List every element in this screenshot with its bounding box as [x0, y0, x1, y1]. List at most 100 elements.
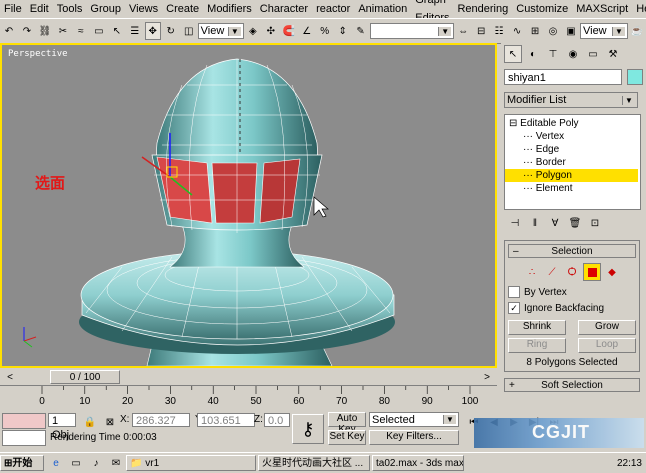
- stack-subobject-element[interactable]: ··· Element: [505, 182, 640, 195]
- schematic-icon[interactable]: ⊞: [527, 22, 543, 40]
- menu-item-maxscript[interactable]: MAXScript: [572, 0, 632, 18]
- next-frame-icon[interactable]: >: [478, 368, 496, 386]
- show-end-result-icon[interactable]: ‖: [526, 214, 544, 232]
- select-scale-icon[interactable]: ◫: [181, 22, 197, 40]
- reference-coordinate-dropdown[interactable]: View ▼: [197, 23, 244, 39]
- menu-item-tools[interactable]: Tools: [53, 0, 87, 18]
- pivot-center-icon[interactable]: ◈: [245, 22, 261, 40]
- task-item[interactable]: 📁 vr1: [126, 455, 256, 471]
- percent-snap-icon[interactable]: %: [317, 22, 333, 40]
- motion-tab-icon[interactable]: ◉: [564, 45, 582, 63]
- set-key-icon[interactable]: ⚷: [292, 414, 324, 444]
- border-level-icon[interactable]: Ѻ: [563, 263, 581, 281]
- undo-icon[interactable]: ↶: [1, 22, 17, 40]
- named-selection-dropdown[interactable]: ▼: [369, 23, 455, 39]
- vertex-level-icon[interactable]: ∴: [523, 263, 541, 281]
- task-item[interactable]: 火星时代动画大社区 ...: [258, 455, 370, 471]
- menu-item-file[interactable]: File: [0, 0, 26, 18]
- angle-snap-icon[interactable]: ∠: [299, 22, 315, 40]
- stack-subobject-edge[interactable]: ··· Edge: [505, 143, 640, 156]
- unlink-icon[interactable]: ✂: [55, 22, 71, 40]
- select-move-icon[interactable]: ✥: [144, 22, 161, 40]
- menu-item-help[interactable]: Help: [632, 0, 646, 18]
- maxscript-listener[interactable]: [2, 413, 46, 429]
- hierarchy-tab-icon[interactable]: ⊤: [544, 45, 562, 63]
- maxscript-mini[interactable]: [2, 430, 46, 446]
- spinner-snap-icon[interactable]: ⇕: [335, 22, 351, 40]
- start-button[interactable]: ⊞开始: [0, 455, 44, 471]
- grow-button[interactable]: Grow: [578, 320, 636, 335]
- material-editor-icon[interactable]: ◎: [545, 22, 561, 40]
- stack-subobject-border[interactable]: ··· Border: [505, 156, 640, 169]
- align-icon[interactable]: ⊟: [473, 22, 489, 40]
- modify-tab-icon[interactable]: ◐: [524, 45, 542, 63]
- loop-button[interactable]: Loop: [578, 338, 636, 353]
- display-tab-icon[interactable]: ▭: [584, 45, 602, 63]
- prev-frame-icon[interactable]: <: [1, 368, 19, 386]
- ie-icon[interactable]: e: [47, 454, 65, 472]
- media-icon[interactable]: ♪: [87, 454, 105, 472]
- menu-item-views[interactable]: Views: [125, 0, 162, 18]
- y-coordinate-field[interactable]: 103.651: [197, 413, 255, 427]
- z-coordinate-field[interactable]: 0.0: [264, 413, 290, 427]
- auto-key-button[interactable]: Auto Key: [328, 412, 366, 435]
- create-tab-icon[interactable]: ↖: [504, 45, 522, 63]
- menu-item-rendering[interactable]: Rendering: [453, 0, 512, 18]
- stack-subobject-vertex[interactable]: ··· Vertex: [505, 130, 640, 143]
- select-object-icon[interactable]: ↖: [109, 22, 125, 40]
- menu-item-create[interactable]: Create: [162, 0, 203, 18]
- soft-selection-rollout-header[interactable]: + Soft Selection: [504, 378, 640, 392]
- stack-subobject-polygon[interactable]: ··· Polygon: [505, 169, 638, 182]
- time-slider-track[interactable]: < 0 / 100 >: [0, 370, 497, 384]
- selection-rollout-header[interactable]: – Selection: [508, 244, 636, 258]
- x-coordinate-field[interactable]: 286.327: [132, 413, 190, 427]
- select-by-name-icon[interactable]: ☰: [127, 22, 143, 40]
- layer-icon[interactable]: ☷: [491, 22, 507, 40]
- modifier-list-dropdown[interactable]: Modifier List ▼: [504, 92, 638, 108]
- make-unique-icon[interactable]: ∀: [546, 214, 564, 232]
- menu-item-reactor[interactable]: reactor: [312, 0, 354, 18]
- select-manipulate-icon[interactable]: ✣: [263, 22, 279, 40]
- lock-selection-icon[interactable]: 🔒: [81, 413, 99, 431]
- by-vertex-checkbox[interactable]: [508, 286, 520, 298]
- link-icon[interactable]: ⛓: [37, 22, 53, 40]
- ring-button[interactable]: Ring: [508, 338, 566, 353]
- configure-sets-icon[interactable]: ⊡: [586, 214, 604, 232]
- snap-icon[interactable]: 🧲: [281, 22, 297, 40]
- perspective-viewport[interactable]: Perspective 选面: [0, 43, 497, 368]
- menu-item-customize[interactable]: Customize: [512, 0, 572, 18]
- edit-named-sel-icon[interactable]: ✎: [353, 22, 369, 40]
- menu-item-edit[interactable]: Edit: [26, 0, 53, 18]
- outlook-icon[interactable]: ✉: [107, 454, 125, 472]
- shrink-button[interactable]: Shrink: [508, 320, 566, 335]
- time-slider[interactable]: 0 / 100: [50, 370, 120, 384]
- curve-editor-icon[interactable]: ∿: [509, 22, 525, 40]
- bind-spacewarp-icon[interactable]: ≈: [73, 22, 89, 40]
- set-key-button[interactable]: Set Key: [328, 430, 366, 445]
- render-type-dropdown[interactable]: View ▼: [579, 23, 628, 39]
- menu-item-modifiers[interactable]: Modifiers: [203, 0, 256, 18]
- stack-item-editable-poly[interactable]: ⊟ Editable Poly: [505, 117, 640, 130]
- edge-level-icon[interactable]: ⟋: [543, 263, 561, 281]
- pin-stack-icon[interactable]: ⊣: [506, 214, 524, 232]
- absolute-mode-icon[interactable]: ⊠: [101, 413, 119, 431]
- ignore-backfacing-checkbox[interactable]: ✓: [508, 302, 520, 314]
- render-scene-icon[interactable]: ▣: [563, 22, 579, 40]
- menu-item-character[interactable]: Character: [256, 0, 312, 18]
- select-filter-icon[interactable]: ▭: [91, 22, 107, 40]
- task-item[interactable]: ta02.max - 3ds max 6 -: [372, 455, 464, 471]
- redo-icon[interactable]: ↷: [19, 22, 35, 40]
- element-level-icon[interactable]: ◆: [603, 263, 621, 281]
- menu-item-group[interactable]: Group: [86, 0, 125, 18]
- object-color-swatch[interactable]: [627, 69, 643, 85]
- menu-item-animation[interactable]: Animation: [354, 0, 411, 18]
- polygon-level-icon[interactable]: [583, 263, 601, 281]
- key-filter-dropdown[interactable]: Selected ▼: [369, 412, 459, 427]
- mirror-icon[interactable]: ⇔: [455, 22, 471, 40]
- object-name-field[interactable]: shiyan1: [504, 69, 622, 85]
- utilities-tab-icon[interactable]: ⚒: [604, 45, 622, 63]
- remove-modifier-icon[interactable]: 🗑: [566, 214, 584, 232]
- key-filters-button[interactable]: Key Filters...: [369, 430, 459, 445]
- select-rotate-icon[interactable]: ↻: [163, 22, 179, 40]
- track-bar[interactable]: 0 10 20 30 40 50 60 70 80 90 100: [0, 385, 497, 408]
